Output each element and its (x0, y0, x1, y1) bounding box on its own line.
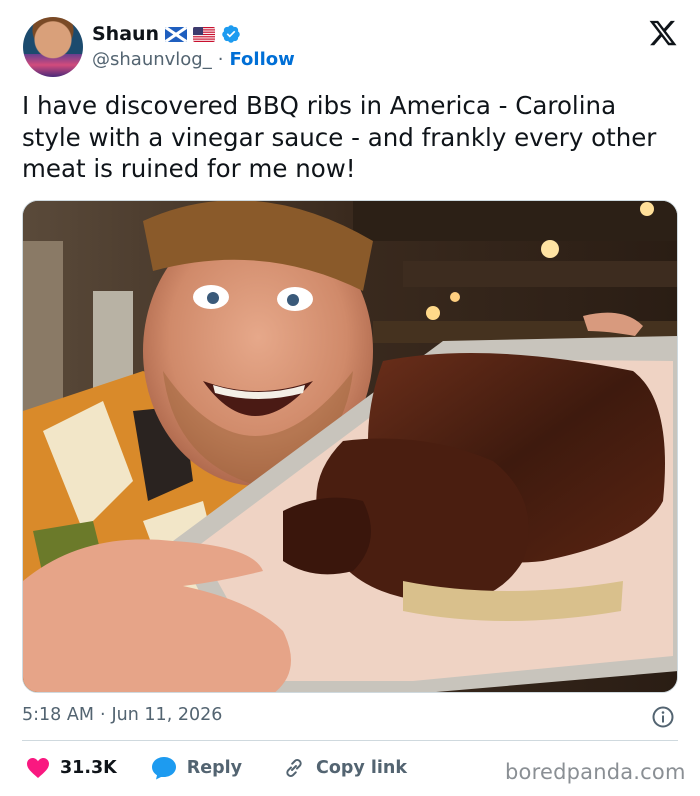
copy-link-label: Copy link (316, 758, 408, 778)
follow-button[interactable]: Follow (229, 49, 294, 70)
info-icon[interactable] (651, 705, 675, 729)
author-name-row: Shaun (92, 21, 241, 47)
action-bar: 31.3K Reply Copy link (22, 752, 407, 784)
tweet-time: 5:18 AM (22, 705, 94, 725)
reply-button[interactable]: Reply (151, 756, 242, 780)
separator-dot: · (217, 49, 224, 70)
watermark: boredpanda.com (505, 760, 686, 784)
separator-dot: · (99, 705, 106, 725)
bbq-ribs-photo (23, 201, 677, 692)
tweet-date: Jun 11, 2026 (111, 705, 223, 725)
x-logo-icon[interactable] (648, 18, 678, 48)
author-name[interactable]: Shaun (92, 23, 159, 45)
avatar[interactable] (23, 17, 83, 77)
tweet-timestamp[interactable]: 5:18 AM · Jun 11, 2026 (22, 705, 222, 725)
divider (22, 740, 678, 741)
heart-icon (27, 758, 49, 778)
scotland-flag-icon (165, 26, 188, 42)
copy-link-button[interactable]: Copy link (282, 756, 407, 780)
reply-label: Reply (186, 758, 243, 778)
author-handle[interactable]: @shaunvlog_ (92, 49, 212, 70)
verified-icon (222, 25, 240, 43)
reply-bubble-icon (151, 757, 176, 780)
like-count: 31.3K (60, 758, 117, 778)
like-button[interactable]: 31.3K (26, 757, 117, 779)
author-handle-row: @shaunvlog_ · Follow (92, 49, 295, 70)
tweet-text: I have discovered BBQ ribs in America - … (22, 91, 657, 183)
link-icon (286, 759, 302, 777)
tweet-card: Shaun @shaunvlog_ · Follow I have discov… (0, 0, 700, 796)
tweet-photo[interactable] (22, 200, 678, 693)
us-flag-icon (193, 26, 216, 42)
